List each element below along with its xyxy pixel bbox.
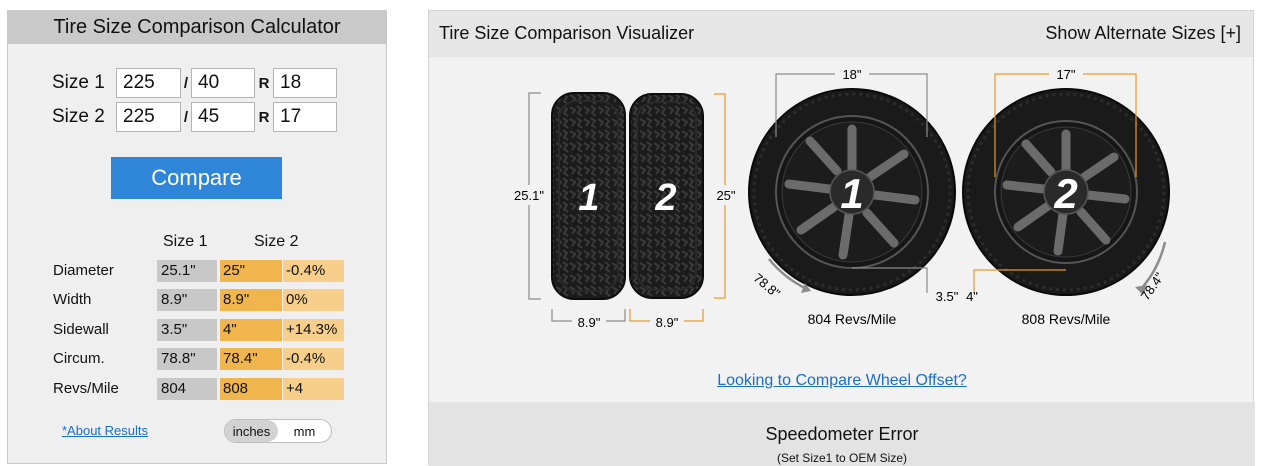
result-label: Circum. xyxy=(53,350,105,367)
result-size1-value: 3.5" xyxy=(157,318,217,341)
tire1-wheel-number: 1 xyxy=(840,170,863,217)
rim-separator: R xyxy=(258,74,270,92)
result-size1-value: 804 xyxy=(157,377,217,400)
result-size2-value: 25" xyxy=(220,259,282,282)
result-size2-value: 78.4" xyxy=(220,347,282,370)
tire1-rim-label: 18" xyxy=(842,67,861,82)
result-size2-value: 4" xyxy=(220,318,282,341)
result-row-revs-per-mile: Revs/Mile 804 808 +4 xyxy=(53,377,344,400)
size1-width-input[interactable] xyxy=(116,68,181,98)
speedometer-error-subtitle: (Set Size1 to OEM Size) xyxy=(776,451,908,465)
calculator-panel: Tire Size Comparison Calculator Size 1 /… xyxy=(7,10,387,464)
result-size1-value: 78.8" xyxy=(157,347,217,370)
visualizer-header: Tire Size Comparison Visualizer Show Alt… xyxy=(429,11,1253,57)
size2-width-input[interactable] xyxy=(116,102,181,132)
tire2-wheel-number: 2 xyxy=(1053,170,1077,217)
size1-row: Size 1 / R xyxy=(52,68,337,98)
result-size2-value: 808 xyxy=(220,377,282,400)
unit-toggle[interactable]: inches mm xyxy=(224,419,332,443)
tire2-height-label: 25" xyxy=(716,188,735,203)
tire2-width-label: 8.9" xyxy=(656,315,679,330)
result-size1-value: 8.9" xyxy=(157,288,217,311)
size2-label: Size 2 xyxy=(52,106,105,127)
result-diff-value: -0.4% xyxy=(283,259,344,282)
tire-diagram: 1 2 25.1" 25" 8.9" 8.9" 1 18" 3.5" 78.8"… xyxy=(513,65,1170,330)
show-alternate-sizes-toggle[interactable]: Show Alternate Sizes [+] xyxy=(1045,23,1241,44)
result-row-sidewall: Sidewall 3.5" 4" +14.3% xyxy=(53,318,344,341)
speedometer-error-title: Speedometer Error xyxy=(765,424,919,444)
unit-option-mm[interactable]: mm xyxy=(278,420,331,442)
unit-option-inches[interactable]: inches xyxy=(225,420,278,442)
size1-aspect-input[interactable] xyxy=(191,68,255,98)
result-size2-value: 8.9" xyxy=(220,288,282,311)
result-label: Revs/Mile xyxy=(53,380,119,397)
tire1-width-label: 8.9" xyxy=(578,315,601,330)
tire-visual-stage: 1 2 25.1" 25" 8.9" 8.9" 1 18" 3.5" 78.8"… xyxy=(429,57,1255,397)
compare-button[interactable]: Compare xyxy=(111,157,282,199)
size2-row: Size 2 / R xyxy=(52,102,337,132)
tire2-rim-label: 17" xyxy=(1056,67,1075,82)
result-diff-value: +4 xyxy=(283,377,344,400)
result-diff-value: +14.3% xyxy=(283,318,344,341)
rim-separator: R xyxy=(258,108,270,126)
result-diff-value: 0% xyxy=(283,288,344,311)
size1-rim-input[interactable] xyxy=(273,68,337,98)
result-row-width: Width 8.9" 8.9" 0% xyxy=(53,288,344,311)
tire1-sidewall-label: 3.5" xyxy=(936,289,959,304)
result-row-circumference: Circum. 78.8" 78.4" -0.4% xyxy=(53,347,344,370)
result-label: Diameter xyxy=(53,262,114,279)
about-results-link[interactable]: *About Results xyxy=(62,423,148,438)
tire2-profile-number: 2 xyxy=(654,177,676,219)
speedometer-error-section: Speedometer Error (Set Size1 to OEM Size… xyxy=(429,402,1255,466)
result-label: Sidewall xyxy=(53,321,109,338)
slash-separator: / xyxy=(183,74,189,92)
result-size1-value: 25.1" xyxy=(157,259,217,282)
result-row-diameter: Diameter 25.1" 25" -0.4% xyxy=(53,259,344,282)
result-diff-value: -0.4% xyxy=(283,347,344,370)
tire2-sidewall-label: 4" xyxy=(966,289,978,304)
tire2-revs-label: 808 Revs/Mile xyxy=(1022,311,1111,327)
visualizer-title: Tire Size Comparison Visualizer xyxy=(439,23,695,43)
size2-rim-input[interactable] xyxy=(273,102,337,132)
slash-separator: / xyxy=(183,108,189,126)
size1-label: Size 1 xyxy=(52,72,105,93)
size2-aspect-input[interactable] xyxy=(191,102,255,132)
results-col-size1: Size 1 xyxy=(163,233,208,250)
tire1-circumference-label: 78.8" xyxy=(751,270,784,301)
tire1-revs-label: 804 Revs/Mile xyxy=(808,311,897,327)
calculator-title: Tire Size Comparison Calculator xyxy=(8,11,386,44)
results-col-size2: Size 2 xyxy=(254,233,299,250)
compare-wheel-offset-link[interactable]: Looking to Compare Wheel Offset? xyxy=(429,372,1255,390)
visualizer-panel: Tire Size Comparison Visualizer Show Alt… xyxy=(428,10,1255,466)
tire1-height-label: 25.1" xyxy=(514,188,544,203)
result-label: Width xyxy=(53,291,92,308)
tire1-profile-number: 1 xyxy=(578,177,599,219)
